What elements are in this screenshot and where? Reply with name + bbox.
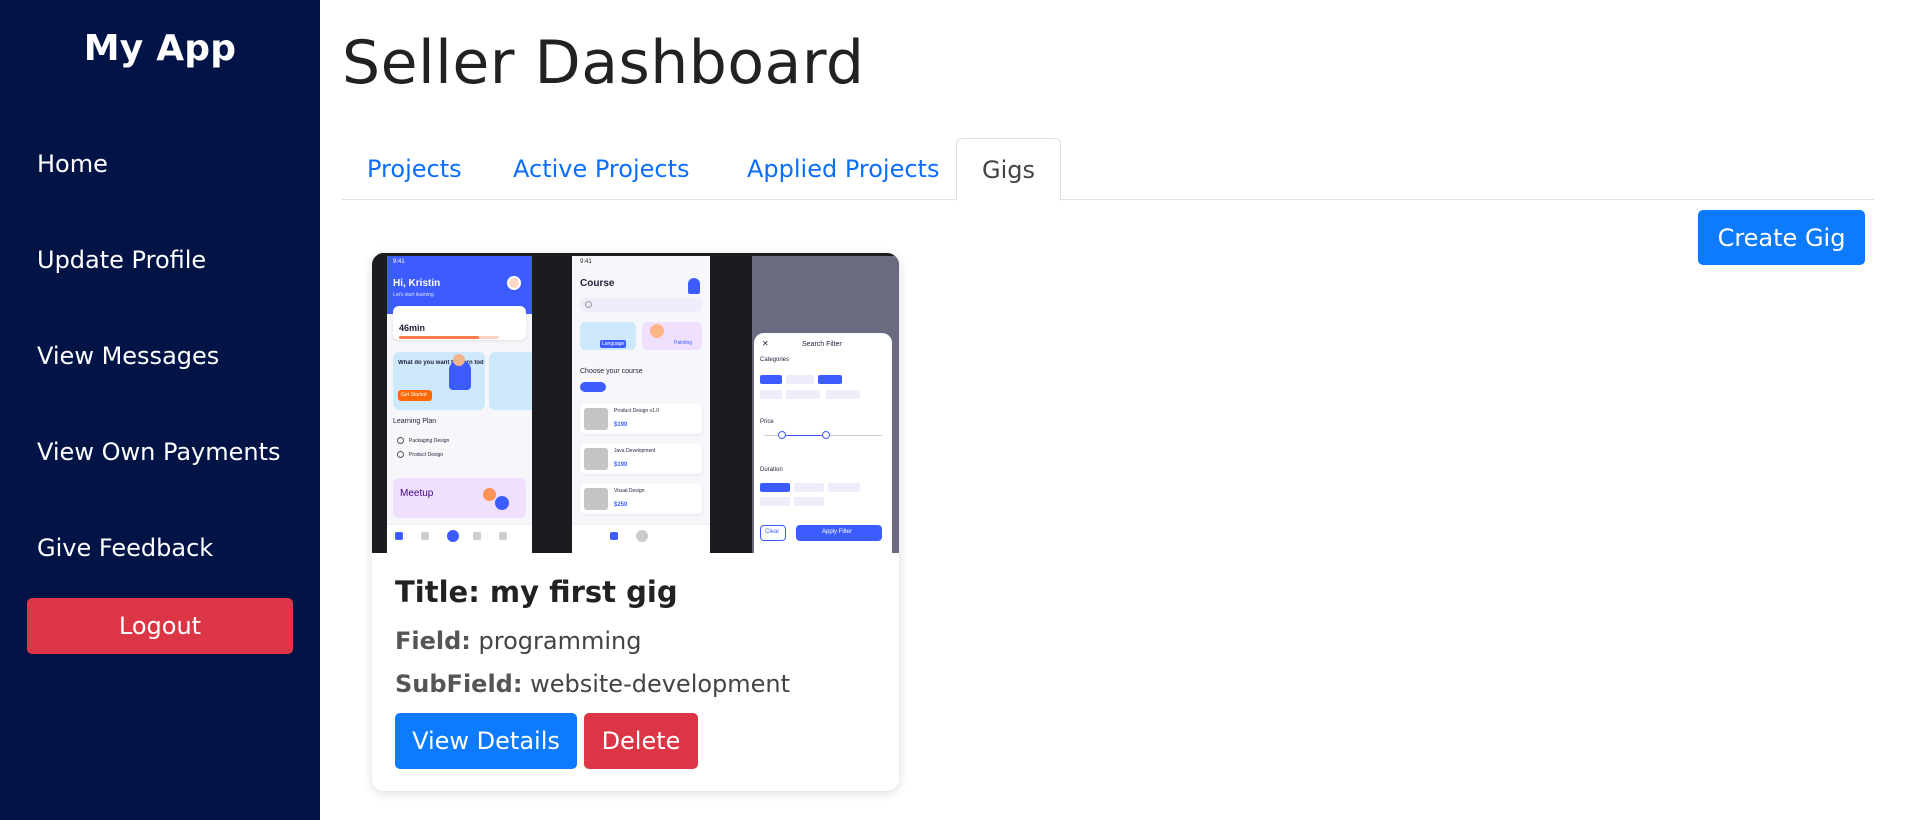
app-brand: My App [83, 28, 237, 69]
close-icon: ✕ [762, 339, 769, 348]
sidebar-item-view-own-payments[interactable]: View Own Payments [37, 438, 281, 466]
slider-handle [822, 431, 830, 439]
mockup-filter-sheet: ✕ Search Filter Categories Price Duratio… [754, 333, 892, 553]
sidebar-item-home[interactable]: Home [37, 150, 108, 178]
gig-subfield: SubField: website-development [395, 670, 790, 698]
gig-field-label: Field: [395, 627, 471, 655]
mockup-course-screen: 9:41 Course Language Painting Choose you… [572, 256, 710, 553]
mockup-plan-item: Product Design [409, 452, 444, 458]
mockup-filter-categories: Categories [760, 357, 790, 363]
tab-projects[interactable]: Projects [342, 138, 487, 200]
mockup-course-name: Visual Design [614, 488, 645, 494]
mockup-course-title: Course [580, 278, 615, 289]
mockup-search-input [580, 298, 702, 312]
gig-field-value: programming [478, 627, 642, 655]
mockup-greeting-sub: Let's start learning [393, 292, 434, 298]
gig-field: Field: programming [395, 627, 641, 655]
mockup-course-name: Java Development [614, 448, 656, 454]
gig-subfield-label: SubField: [395, 670, 523, 698]
mockup-filter-duration: Duration [760, 467, 783, 473]
mockup-course-price: $250 [614, 502, 628, 508]
gig-subfield-value: website-development [530, 670, 791, 698]
mockup-choose: Choose your course [580, 368, 643, 375]
gig-image: 9:41 Hi, Kristin Let's start learning 46… [372, 253, 899, 553]
slider-handle [778, 431, 786, 439]
sidebar-item-update-profile[interactable]: Update Profile [37, 246, 206, 274]
mockup-clear-label: Clear [765, 529, 780, 535]
mockup-course-price: $190 [614, 422, 628, 428]
sidebar-item-give-feedback[interactable]: Give Feedback [37, 534, 213, 562]
mockup-greeting: Hi, Kristin [393, 278, 441, 289]
avatar [507, 276, 521, 290]
mockup-promo: What do you want to learn tod [398, 360, 484, 366]
page-title: Seller Dashboard [342, 28, 865, 98]
mockup-promo-button-label: Get Started [401, 392, 427, 398]
tab-active-projects[interactable]: Active Projects [488, 138, 714, 200]
gig-title: Title: my first gig [395, 575, 678, 609]
view-details-button[interactable]: View Details [395, 713, 577, 769]
mockup-course-tag: Painting [674, 340, 693, 346]
mockup-time-today: 46min [399, 323, 426, 333]
tab-bar: Projects Active Projects Applied Project… [342, 138, 1874, 201]
search-icon [585, 301, 592, 308]
tab-gigs[interactable]: Gigs [956, 138, 1062, 201]
delete-button[interactable]: Delete [584, 713, 698, 769]
mockup-course-tag: Language [600, 340, 627, 348]
gig-card: 9:41 Hi, Kristin Let's start learning 46… [372, 253, 899, 791]
mockup-course-name: Product Design v1.0 [614, 408, 660, 414]
mockup-filter-title: Search Filter [802, 341, 842, 348]
mockup-plan-item: Packaging Design [409, 438, 450, 444]
create-gig-button[interactable]: Create Gig [1698, 210, 1865, 265]
mockup-meetup: Meetup [400, 488, 434, 499]
sidebar: My App Home Update Profile View Messages… [0, 0, 320, 820]
mockup-apply-label: Apply Filter [822, 529, 853, 535]
mockup-plan-title: Learning Plan [393, 418, 437, 425]
mockup-home-screen: 9:41 Hi, Kristin Let's start learning 46… [387, 256, 532, 553]
sidebar-item-view-messages[interactable]: View Messages [37, 342, 219, 370]
tab-applied-projects[interactable]: Applied Projects [722, 138, 964, 200]
mockup-course-price: $190 [614, 462, 628, 468]
logout-button[interactable]: Logout [27, 598, 293, 654]
mockup-filter-price: Price [760, 419, 774, 425]
